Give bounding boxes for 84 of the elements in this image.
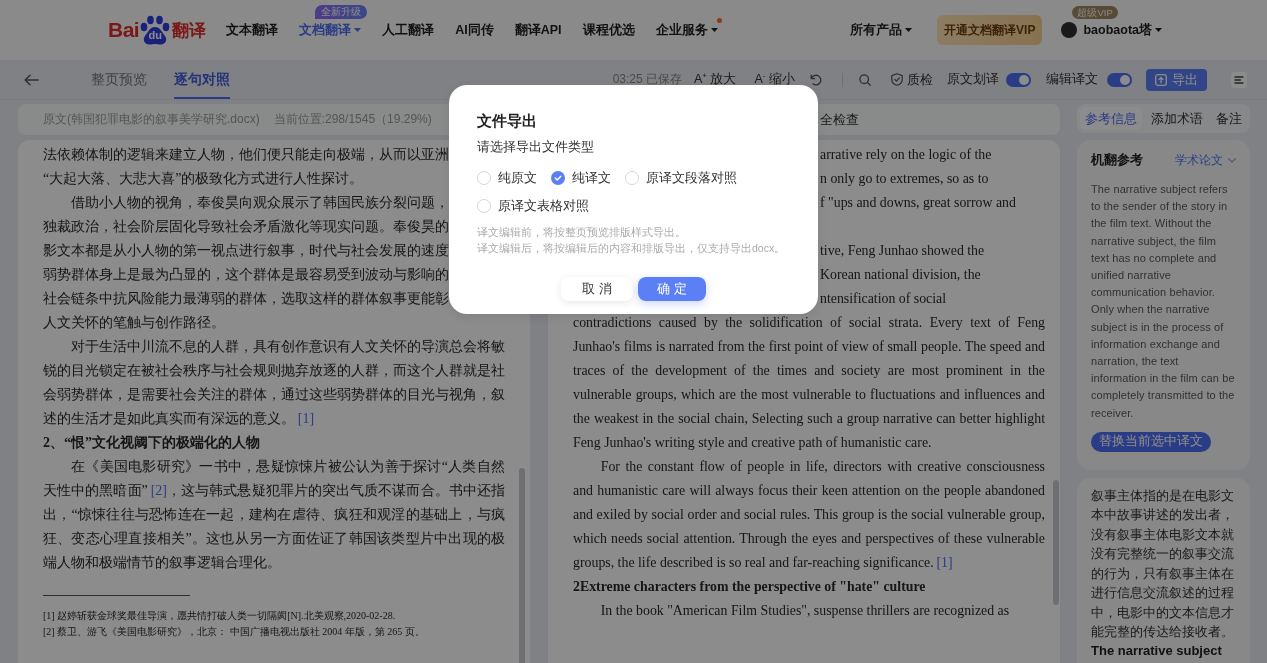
text-line: 影文本都是从小人物的第一视点进行叙事，时代与社会发展的速度 xyxy=(43,242,449,260)
toggle-label: 编辑译文 xyxy=(1046,71,1098,88)
footnote-link[interactable]: [1] xyxy=(936,555,953,570)
paragraph: 在《美国电影研究》一书中，悬疑惊悚片被公认为善于探讨“人类自然天性中的黑暗面” [2]，这与韩式悬疑犯罪片的突出气质不谋而合。书中还指出，“惊悚往往与恐怖连在一起，建构在虐待、疯狂和观淫的基础上，与疯狂、变态心理直接相关”。这也从另一方面佐证了韩国该类型片中出现的极端人物和极端情节的叙事逻辑合理化。 xyxy=(43,458,505,572)
radio-option[interactable]: 纯译文 xyxy=(551,168,611,188)
text-line: f "ups and downs, great sorrow and xyxy=(820,194,1016,212)
check-button[interactable]: 质检 xyxy=(891,70,933,89)
text-line: Korean national division, the xyxy=(820,266,981,284)
nav-link[interactable]: 人工翻译 xyxy=(382,22,435,38)
site-logo[interactable]: Bai du 翻译 xyxy=(108,14,207,46)
confirm-button[interactable]: 确 定 xyxy=(638,277,706,301)
back-icon[interactable] xyxy=(24,73,39,86)
text-line: 法依赖体制的逻辑来建立人物，他们便只能走向极端，从而以亚洲 xyxy=(43,146,449,164)
section-heading: 2、“恨”文化视阈下的极端化的人物 xyxy=(43,434,261,452)
nav-link[interactable]: 所有产品 xyxy=(850,22,913,38)
hint-text: 译文编辑后，将按编辑后的内容和排版导出，仅支持导出docx。 xyxy=(477,241,787,256)
hint-text: 译文编辑前，将按整页预览排版样式导出。 xyxy=(477,225,687,240)
replace-button[interactable]: 替换当前选中译文 xyxy=(1091,431,1211,452)
dialog-title: 文件导出 xyxy=(477,111,538,131)
radio-button[interactable] xyxy=(551,171,565,185)
radio-button[interactable] xyxy=(477,171,491,185)
new-badge: 全新升级 xyxy=(315,5,368,19)
view-tab[interactable]: 整页预览 xyxy=(91,60,147,99)
radio-button[interactable] xyxy=(477,199,491,213)
export-button[interactable]: 导出 xyxy=(1146,68,1207,91)
text-line: 独裁政治，社会阶层固化导致社会矛盾激化等现实问题。奉俊昊的 xyxy=(43,218,449,236)
sidebar-tab[interactable]: 添加术语 xyxy=(1145,107,1208,130)
text-line: 社会链条中抗风险能力最薄弱的群体，选取这样的群体叙事更能彰 xyxy=(43,290,449,308)
reference-text: The narrative subject refers to the sender of the story in the film text. Without the narrative subject, the film text has no complete and unified narrative communication behavior. Only when the narrative subject is in the process of information exchange and narration, the text information in the film can be completely transmitted to the receiver. xyxy=(1091,182,1236,421)
text-line: 弱势群体身上是最为凸显的，这个群体是最容易受到波动与影响的 xyxy=(43,266,449,284)
vip-button[interactable]: 开通文档翻译VIP xyxy=(937,15,1043,45)
nav-link[interactable]: AI同传 xyxy=(455,22,494,38)
text-line: arrative rely on the logic of the xyxy=(820,146,992,164)
footnote: [1] 赵婷斩获金球奖最佳导演，愿共情打破人类一切隔阂[N].北美观察,2020-02-28. xyxy=(43,609,397,623)
search-icon[interactable] xyxy=(859,73,871,86)
check-link[interactable]: 全检查 xyxy=(820,110,859,129)
nav-link[interactable]: 文本翻译 xyxy=(226,22,279,38)
radio-option[interactable]: 原译文表格对照 xyxy=(477,196,589,216)
radio-button[interactable] xyxy=(625,171,639,185)
nav-link[interactable]: 文档翻译 xyxy=(299,22,362,38)
paragraph: In the book "American Film Studies", suspense thrillers are recognized as xyxy=(599,602,1011,620)
font-size-button[interactable]: A$^{+}$ 放大 xyxy=(694,71,737,88)
paragraph: 人文关怀的笔触与创作路径。 xyxy=(43,314,225,332)
footnote-link[interactable]: [2] xyxy=(150,483,167,498)
note-heading: The narrative subject xyxy=(1091,641,1223,660)
toggle-label: 原文划译 xyxy=(947,71,999,88)
menu-icon[interactable] xyxy=(1231,71,1247,88)
nav-link[interactable]: 企业服务 xyxy=(655,22,718,38)
chevron-down-icon xyxy=(1228,157,1236,163)
paragraph: 对于生活中川流不息的人群，具有创作意识有人文关怀的导演总会将敏锐的目光锁定在被社会秩序与社会规则抛弃放逐的人群，而这个人群就是社会弱势群体，是需要社会关注的群体，通过这些弱势群体的目光与视角，叙述的生活才是如此真实而有深远的意义。 [1] xyxy=(43,338,505,428)
text-line: ntensification of social xyxy=(820,290,947,308)
caret-icon xyxy=(905,28,913,32)
paragraph: For the constant flow of people in life, directors with creative consciousness and humanistic care will always focus their keen attention on the people abandoned and exiled by social order and social rules. This group is the social vulnerable group, which needs social attention. Through the eyes and perspectives of these vulnerable groups, the life described is so real and far-reaching significance. [1] xyxy=(573,458,1045,572)
section-heading: 2Extreme characters from the perspective of "hate" culture xyxy=(573,578,927,596)
sidebar-tab[interactable]: 参考信息 xyxy=(1080,107,1142,130)
text-line: tive, Feng Junhao showed the xyxy=(820,242,985,260)
scrollbar-thumb[interactable] xyxy=(1053,480,1059,605)
card-title: 机翻参考 xyxy=(1091,151,1143,169)
user-menu[interactable]: baobaota塔 xyxy=(1083,22,1162,38)
domain-dropdown[interactable]: 学术论文 xyxy=(1175,151,1236,169)
avatar[interactable] xyxy=(1061,22,1078,38)
caret-icon xyxy=(1155,28,1162,32)
cancel-button[interactable]: 取 消 xyxy=(561,277,633,301)
paragraph: contradictions caused by the solidification of social strata. Every text of Feng Junhao's films is narrated from the first point of view of small people. The speed and traces of the development of the times and society are most prominent in the vulnerable groups, which are the most vulnerable to fluctuations and influences and the weakest in the social chain, Selecting such a group narrative can better highlight Feng Junhao's writing style and creative path of humanistic care. xyxy=(573,314,1045,452)
view-tab[interactable]: 逐句对照 xyxy=(174,60,230,99)
shield-check-icon xyxy=(891,73,903,86)
font-size-button[interactable]: A$^{-}$ 缩小 xyxy=(754,71,795,88)
nav-link[interactable]: 课程优选 xyxy=(582,22,635,38)
scrollbar-thumb[interactable] xyxy=(519,468,525,663)
text-line: n only go to extremes, so as to xyxy=(820,170,989,188)
paragraph: “大起大落、大悲大喜”的极致化方式进行人性探讨。 xyxy=(43,170,364,188)
sidebar-tab[interactable]: 备注 xyxy=(1211,107,1247,130)
dialog-prompt: 请选择导出文件类型 xyxy=(477,138,595,156)
radio-option[interactable]: 原译文段落对照 xyxy=(625,168,737,188)
toggle-switch[interactable] xyxy=(1006,72,1031,87)
nav-link[interactable]: 翻译API xyxy=(514,22,562,38)
toggle-switch[interactable] xyxy=(1107,72,1132,87)
export-icon xyxy=(1155,73,1167,86)
footnote-link[interactable]: [1] xyxy=(297,411,315,426)
text-line: 借助小人物的视角，奉俊昊向观众展示了韩国民族分裂问题， xyxy=(70,194,449,212)
radio-option[interactable]: 纯原文 xyxy=(477,168,537,188)
note-text: 叙事主体指的是在电影文本中故事讲述的发出者，没有叙事主体电影文本就没有完整统一的叙事交流的行为，只有叙事主体在进行信息交流叙述的过程中，电影中的文本信息才能完整的传达给接收者。 xyxy=(1091,486,1235,642)
footnote: [2] 蔡卫、游飞《美国电影研究》，北京： 中国广播电视出版社 2004 年版，第 265 页。 xyxy=(43,625,426,639)
undo-icon[interactable] xyxy=(810,73,822,86)
